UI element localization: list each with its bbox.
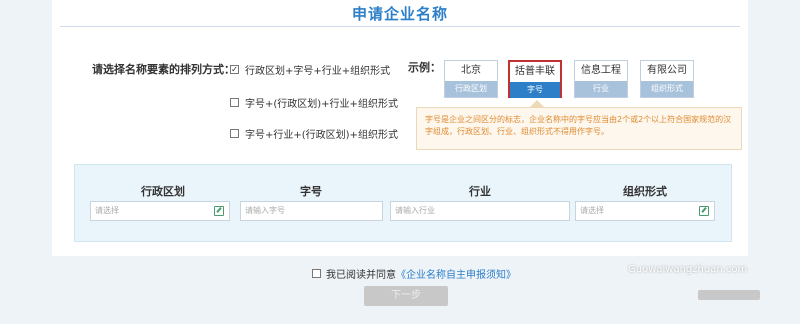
next-step-button[interactable]: 下一步 xyxy=(364,286,448,306)
example-card-region: 北京 行政区划 xyxy=(444,60,498,98)
example-type: 行业 xyxy=(575,81,627,97)
example-type: 行政区划 xyxy=(445,81,497,97)
agree-text: 我已阅读并同意 xyxy=(326,270,396,281)
tip-arrow xyxy=(530,100,544,107)
example-card-tradename: 括普丰联 字号 xyxy=(508,60,562,98)
order-option-3[interactable]: 字号+行业+(行政区划)+组织形式 xyxy=(230,126,398,141)
order-option-label: 行政区划+字号+行业+组织形式 xyxy=(245,66,391,77)
agreement-link[interactable]: 《企业名称自主申报须知》 xyxy=(396,266,516,281)
industry-placeholder: 请输入行业 xyxy=(395,206,435,215)
field-label-tradename: 字号 xyxy=(300,185,322,198)
example-card-industry: 信息工程 行业 xyxy=(574,60,628,98)
example-value: 括普丰联 xyxy=(515,66,555,77)
agree-row[interactable]: 我已阅读并同意 《企业名称自主申报须知》 xyxy=(312,266,516,281)
tradename-input[interactable]: 请输入字号 xyxy=(240,201,383,221)
example-value: 信息工程 xyxy=(581,65,621,76)
checkbox[interactable] xyxy=(230,129,239,138)
region-placeholder: 请选择 xyxy=(95,206,119,215)
checkbox-checked[interactable]: ✓ xyxy=(230,65,239,74)
checkbox[interactable] xyxy=(230,98,239,107)
title-divider xyxy=(60,26,740,27)
example-card-org-form: 有限公司 组织形式 xyxy=(640,60,694,98)
page-title: 申请企业名称 xyxy=(351,5,448,23)
edit-icon[interactable] xyxy=(699,206,709,216)
example-value: 北京 xyxy=(461,65,481,76)
example-type: 字号 xyxy=(510,82,560,98)
industry-input[interactable]: 请输入行业 xyxy=(390,201,570,221)
order-option-1[interactable]: ✓ 行政区划+字号+行业+组织形式 xyxy=(230,62,390,77)
example-value: 有限公司 xyxy=(647,65,687,76)
region-select[interactable]: 请选择 xyxy=(90,201,230,221)
field-label-region: 行政区划 xyxy=(141,185,185,198)
blurred-area xyxy=(698,290,760,300)
example-type: 组织形式 xyxy=(641,81,693,97)
edit-icon[interactable] xyxy=(214,206,224,216)
tradename-tip: 字号是企业之间区分的标志，企业名称中的字号应当由2个或2个以上符合国家规范的汉字… xyxy=(416,107,742,150)
agree-checkbox[interactable] xyxy=(312,269,321,278)
order-option-2[interactable]: 字号+(行政区划)+行业+组织形式 xyxy=(230,95,398,110)
tradename-placeholder: 请输入字号 xyxy=(245,206,285,215)
field-label-org-form: 组织形式 xyxy=(623,185,667,198)
order-option-label: 字号+(行政区划)+行业+组织形式 xyxy=(245,99,398,110)
order-label: 请选择名称要素的排列方式： xyxy=(92,63,235,76)
org-form-placeholder: 请选择 xyxy=(580,206,604,215)
order-option-label: 字号+行业+(行政区划)+组织形式 xyxy=(245,130,398,141)
watermark-text: Guowaiwangzhuan.com xyxy=(628,264,748,275)
org-form-select[interactable]: 请选择 xyxy=(575,201,715,221)
example-label: 示例： xyxy=(408,61,441,74)
field-label-industry: 行业 xyxy=(469,185,491,198)
